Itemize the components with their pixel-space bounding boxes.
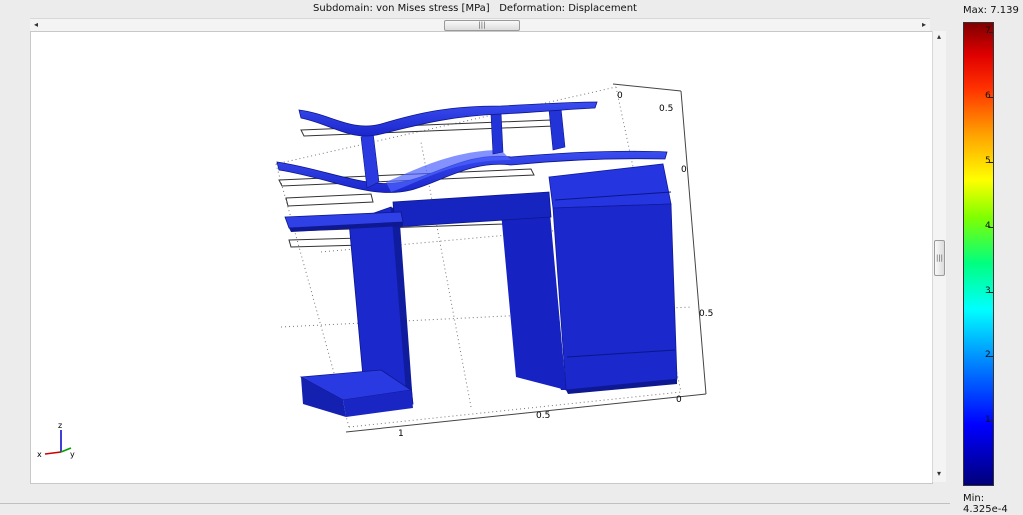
axis-tick-label: 0 bbox=[617, 91, 623, 101]
triad-y-label: y bbox=[70, 450, 75, 459]
horizontal-scroll-thumb[interactable]: ||| bbox=[444, 20, 520, 31]
scroll-up-icon[interactable]: ▴ bbox=[933, 31, 945, 43]
axis-tick-label: 0 bbox=[681, 165, 687, 175]
triad-x-label: x bbox=[37, 450, 42, 459]
graphics-canvas[interactable]: 1 0.5 0 0 0.5 0 0.5 z x y bbox=[30, 31, 933, 484]
colorbar-min-label: Min: 4.325e-4 bbox=[963, 493, 1008, 515]
colorbar-tick-label: 4 bbox=[985, 221, 991, 231]
vertical-scrollbar[interactable]: ▴ ||| ▾ bbox=[932, 31, 946, 482]
desk-model-view: 1 0.5 0 0 0.5 0 0.5 z x y bbox=[37, 83, 713, 459]
axis-tick-label: 0.5 bbox=[536, 411, 550, 421]
colorbar-tick-label: 3 bbox=[985, 286, 991, 296]
vertical-scroll-thumb[interactable]: ||| bbox=[934, 240, 945, 276]
axis-triad-icon: z x y bbox=[37, 421, 75, 459]
plot-title: Subdomain: von Mises stress [MPa] Deform… bbox=[313, 3, 637, 14]
scroll-left-icon[interactable]: ◂ bbox=[30, 19, 42, 31]
horizontal-scrollbar[interactable]: ◂ ||| ▸ bbox=[30, 18, 930, 32]
axis-tick-label: 0.5 bbox=[659, 104, 673, 114]
colorbar-tick-label: 1 bbox=[985, 415, 991, 425]
colorbar-tick-label: 6 bbox=[985, 91, 991, 101]
triad-z-label: z bbox=[58, 421, 62, 430]
axis-tick-label: 1 bbox=[398, 429, 404, 439]
bottom-divider bbox=[0, 503, 950, 504]
scroll-down-icon[interactable]: ▾ bbox=[933, 468, 945, 480]
scroll-right-icon[interactable]: ▸ bbox=[918, 19, 930, 31]
colorbar-tick-label: 2 bbox=[985, 350, 991, 360]
axis-tick-label: 0.5 bbox=[699, 309, 713, 319]
axis-tick-label: 0 bbox=[676, 395, 682, 405]
upright-posts bbox=[360, 107, 566, 189]
left-leg bbox=[299, 206, 414, 417]
colorbar-max-label: Max: 7.139 bbox=[963, 5, 1019, 16]
colorbar-tick-label: 5 bbox=[985, 156, 991, 166]
colorbar-tick-label: 7 bbox=[985, 26, 991, 36]
